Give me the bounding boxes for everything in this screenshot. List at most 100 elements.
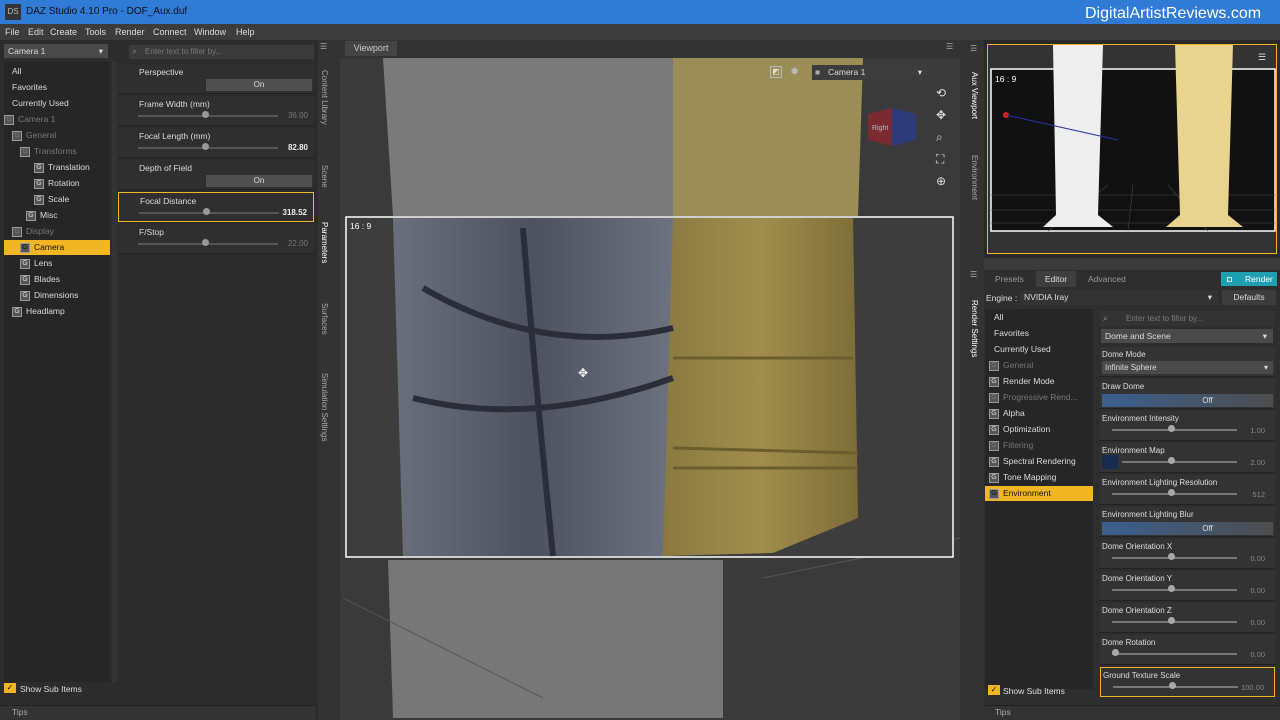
tree-item-headlamp[interactable]: G Headlamp (4, 304, 110, 319)
param-perspective[interactable]: Perspective On (118, 64, 314, 94)
render-tree-item-progressive-rend[interactable]: G Progressive Rend... (985, 390, 1093, 405)
render-param-dome-rotation[interactable]: Dome Rotation 0.00 (1100, 635, 1275, 665)
tree-item-misc[interactable]: G Misc (4, 208, 110, 223)
render-param-environment-intensity[interactable]: Environment Intensity 1.00 (1100, 411, 1275, 441)
param-frame-width-mm[interactable]: Frame Width (mm) 36.00 (118, 96, 314, 126)
param-value[interactable]: 0.00 (1250, 650, 1265, 659)
menu-window[interactable]: Window (194, 27, 226, 37)
orbit-icon[interactable]: ⟲ (936, 86, 946, 100)
tab-viewport[interactable]: Viewport (345, 41, 397, 56)
param-value[interactable]: 0.00 (1250, 586, 1265, 595)
render-tree-item-render-mode[interactable]: G Render Mode (985, 374, 1093, 389)
reset-view-icon[interactable]: ⊕ (936, 174, 946, 188)
param-value[interactable]: 1.00 (1250, 426, 1265, 435)
param-f-stop[interactable]: F/Stop 22.00 (118, 224, 314, 254)
camera-dropdown[interactable]: ■ Camera 1 ▾ (812, 65, 928, 80)
tips-tab[interactable]: Tips (12, 707, 28, 717)
tree-item-camera-1[interactable]: G Camera 1 (4, 112, 110, 127)
slider-knob[interactable] (1168, 425, 1175, 432)
viewport-canvas[interactable] (343, 58, 960, 718)
slider-knob[interactable] (202, 239, 209, 246)
render-button[interactable]: ◘ Render (1221, 272, 1277, 286)
render-param-environment-lighting-resolution[interactable]: Environment Lighting Resolution 512 (1100, 475, 1275, 505)
slider-knob[interactable] (1168, 617, 1175, 624)
render-tree-item-optimization[interactable]: G Optimization (985, 422, 1093, 437)
toggle-button[interactable]: Off (1102, 394, 1273, 407)
tab-aux-viewport[interactable]: Aux Viewport (970, 72, 979, 119)
slider-knob[interactable] (1168, 489, 1175, 496)
tree-item-all[interactable]: All (4, 64, 110, 79)
param-value[interactable]: 318.52 (283, 208, 307, 217)
toggle-button[interactable]: On (206, 175, 312, 187)
pan-icon[interactable]: ✥ (936, 108, 946, 122)
render-tree-item-currently-used[interactable]: Currently Used (985, 342, 1093, 357)
tab-presets[interactable]: Presets (995, 274, 1024, 284)
param-depth-of-field[interactable]: Depth of Field On (118, 160, 314, 190)
tree-item-transforms[interactable]: G Transforms (4, 144, 110, 159)
checkbox-icon[interactable]: ✓ (988, 685, 1000, 695)
toggle-button[interactable]: Off (1102, 522, 1273, 535)
render-tree-item-environment[interactable]: G Environment (985, 486, 1093, 501)
toggle-button[interactable]: On (206, 79, 312, 91)
render-tree-item-tone-mapping[interactable]: G Tone Mapping (985, 470, 1093, 485)
slider-track[interactable] (1112, 653, 1237, 655)
param-value[interactable]: 512 (1252, 490, 1265, 499)
menu-lines-icon[interactable]: ☰ (1258, 52, 1266, 63)
tab-simulation-settings[interactable]: Simulation Settings (320, 373, 329, 441)
environment-map-thumbnail[interactable] (1102, 455, 1118, 469)
menu-render[interactable]: Render (115, 27, 145, 37)
tree-item-currently-used[interactable]: Currently Used (4, 96, 110, 111)
section-select[interactable]: Dome and Scene ▾ (1101, 329, 1273, 343)
zoom-icon[interactable]: ⌕ (936, 130, 943, 145)
tree-item-rotation[interactable]: G Rotation (4, 176, 110, 191)
render-tree-item-filtering[interactable]: G Filtering (985, 438, 1093, 453)
param-value[interactable]: 2.00 (1250, 458, 1265, 467)
tree-item-lens[interactable]: G Lens (4, 256, 110, 271)
render-param-dome-mode[interactable]: Dome Mode Infinite Sphere ▾ (1100, 347, 1275, 377)
render-param-ground-texture-scale[interactable]: Ground Texture Scale 100.00 (1100, 667, 1275, 697)
slider-knob[interactable] (202, 143, 209, 150)
tab-environment[interactable]: Environment (970, 155, 979, 200)
param-focal-length-mm[interactable]: Focal Length (mm) 82.80 (118, 128, 314, 158)
param-value[interactable]: 100.00 (1241, 683, 1264, 692)
render-tree-item-favorites[interactable]: Favorites (985, 326, 1093, 341)
render-filter-input[interactable]: ⌕ Enter text to filter by... (1100, 311, 1275, 326)
tab-render-settings[interactable]: Render Settings (970, 300, 979, 357)
menu-tools[interactable]: Tools (85, 27, 106, 37)
tree-item-general[interactable]: G General (4, 128, 110, 143)
render-param-draw-dome[interactable]: Draw Dome Off (1100, 379, 1275, 409)
param-value[interactable]: 0.00 (1250, 554, 1265, 563)
menu-connect[interactable]: Connect (153, 27, 187, 37)
camera-select[interactable]: Camera 1 ▾ (4, 44, 108, 58)
checkbox-icon[interactable]: ✓ (4, 683, 16, 693)
render-tree-item-all[interactable]: All (985, 310, 1093, 325)
tree-item-translation[interactable]: G Translation (4, 160, 110, 175)
draw-style-icon[interactable]: ◩ (770, 66, 782, 78)
tab-content-library[interactable]: Content Library (320, 70, 329, 125)
aux-viewport-frame[interactable] (987, 44, 1277, 254)
slider-knob[interactable] (202, 111, 209, 118)
slider-track[interactable] (1122, 461, 1237, 463)
filter-input[interactable]: ⌕ Enter text to filter by... (129, 45, 314, 59)
render-tips-tab[interactable]: Tips (995, 707, 1011, 717)
view-cube[interactable]: Right (866, 106, 918, 150)
render-param-dome-orientation-x[interactable]: Dome Orientation X 0.00 (1100, 539, 1275, 569)
light-icon[interactable]: ✹ (790, 65, 799, 78)
slider-knob[interactable] (1112, 649, 1119, 656)
tab-surfaces[interactable]: Surfaces (320, 303, 329, 335)
tree-item-camera[interactable]: G Camera (4, 240, 110, 255)
tab-editor[interactable]: Editor (1036, 271, 1076, 287)
tab-advanced[interactable]: Advanced (1088, 274, 1126, 284)
menu-lines-icon[interactable]: ☰ (320, 42, 332, 52)
param-focal-distance[interactable]: Focal Distance 318.52 (118, 192, 314, 222)
tree-item-scale[interactable]: G Scale (4, 192, 110, 207)
defaults-button[interactable]: Defaults (1222, 290, 1276, 305)
menu-lines-icon[interactable]: ☰ (970, 44, 977, 53)
tab-scene[interactable]: Scene (320, 165, 329, 188)
param-value[interactable]: 82.80 (288, 143, 308, 152)
tab-parameters[interactable]: Parameters (320, 222, 329, 263)
render-tree-item-alpha[interactable]: G Alpha (985, 406, 1093, 421)
menu-lines-icon[interactable]: ☰ (946, 42, 953, 51)
slider-knob[interactable] (1169, 682, 1176, 689)
render-tree-item-spectral-rendering[interactable]: G Spectral Rendering (985, 454, 1093, 469)
